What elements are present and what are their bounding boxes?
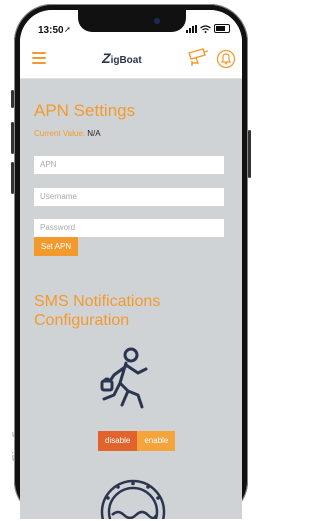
mute-switch	[11, 90, 14, 108]
status-time: 13:50	[38, 25, 64, 36]
main-content: APN Settings Current Value: N/A APN User…	[20, 79, 242, 519]
porthole-icon	[100, 479, 166, 519]
app-bar: ZigBoat	[20, 40, 242, 79]
menu-icon[interactable]	[32, 52, 46, 64]
alarm-bell-icon[interactable]	[216, 49, 236, 69]
screen: 13:50 ➚ ZigBoat APN Settings Current Val…	[20, 10, 242, 519]
apn-placeholder: APN	[40, 160, 57, 169]
sms-toggle: disable enable	[98, 431, 176, 451]
current-value-text: N/A	[87, 129, 101, 138]
volume-up-button	[11, 122, 14, 154]
notch	[78, 10, 186, 32]
username-input[interactable]: Username	[34, 188, 224, 206]
wifi-icon	[200, 24, 211, 33]
set-apn-button[interactable]: Set APN	[34, 237, 78, 256]
username-placeholder: Username	[40, 192, 77, 201]
battery-icon	[214, 24, 230, 33]
power-button	[248, 130, 251, 178]
signal-icon	[186, 24, 197, 33]
apn-input[interactable]: APN	[34, 156, 224, 174]
disable-button[interactable]: disable	[98, 431, 138, 451]
location-arrow-icon: ➚	[64, 25, 71, 34]
enable-button[interactable]: enable	[137, 431, 176, 451]
password-placeholder: Password	[40, 223, 76, 232]
current-value-label: Current Value:	[34, 129, 85, 138]
status-icons	[186, 24, 230, 33]
app-logo: ZigBoat	[102, 50, 142, 66]
password-input[interactable]: Password	[34, 219, 224, 237]
volume-down-button	[11, 162, 14, 194]
thief-running-icon	[100, 347, 148, 409]
phone-frame: 13:50 ➚ ZigBoat APN Settings Current Val…	[11, 4, 251, 519]
security-camera-icon[interactable]	[186, 48, 212, 68]
front-camera	[154, 18, 160, 24]
apn-settings-title: APN Settings	[34, 101, 136, 120]
sms-notifications-title: SMS Notifications Configuration	[34, 293, 161, 329]
status-bar: 13:50 ➚	[20, 10, 242, 40]
current-value: Current Value: N/A	[34, 129, 101, 138]
